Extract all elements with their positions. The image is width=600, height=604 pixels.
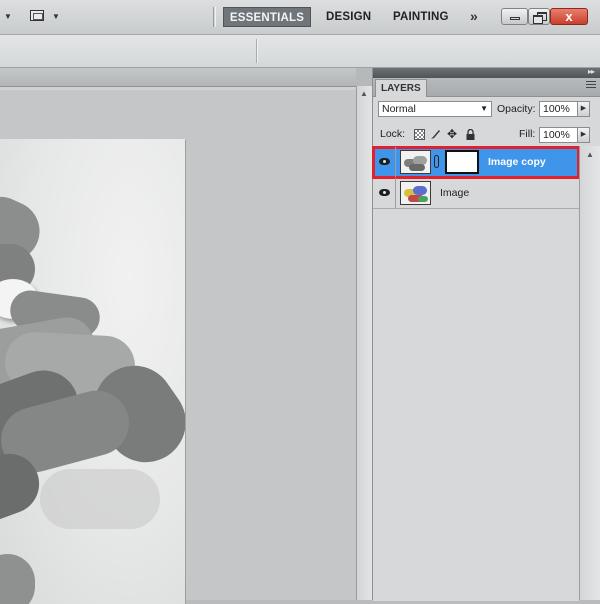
- appbar-separator: [213, 7, 216, 27]
- fill-input[interactable]: 100%: [539, 127, 578, 143]
- layers-vertical-scrollbar[interactable]: ▲: [579, 146, 600, 600]
- document-image[interactable]: [0, 139, 185, 604]
- lock-position-move-icon[interactable]: ✥: [447, 128, 458, 140]
- screen-mode-icon[interactable]: [30, 10, 44, 21]
- options-bar: [0, 35, 600, 68]
- blend-mode-select[interactable]: Normal ▼: [378, 101, 492, 117]
- lock-all-padlock-icon[interactable]: [465, 128, 476, 140]
- eye-icon: [379, 158, 390, 165]
- opacity-input[interactable]: 100%: [539, 101, 578, 117]
- application-bar: ▼ ▼ ESSENTIALS DESIGN PAINTING » x: [0, 0, 600, 35]
- scroll-up-arrow-icon[interactable]: ▲: [586, 150, 594, 159]
- lock-transparent-pixels-icon[interactable]: [414, 129, 425, 140]
- chevron-down-icon: ▼: [480, 104, 488, 113]
- document-area: ▲: [0, 68, 372, 604]
- opacity-label: Opacity:: [497, 103, 536, 115]
- lock-image-pixels-brush-icon[interactable]: [430, 129, 441, 140]
- lock-label: Lock:: [380, 128, 406, 140]
- blend-mode-value: Normal: [382, 103, 416, 115]
- fill-label: Fill:: [519, 128, 536, 140]
- canvas-background[interactable]: [0, 90, 356, 604]
- collapse-dock-icon[interactable]: ▸▸: [588, 67, 595, 76]
- more-workspaces-icon[interactable]: »: [470, 8, 478, 24]
- tab-layers[interactable]: LAYERS: [375, 79, 427, 97]
- document-tab-bar[interactable]: [0, 68, 356, 87]
- tool-preset-arrow-icon[interactable]: ▼: [4, 12, 12, 21]
- fill-slider-arrow-icon[interactable]: ▶: [578, 127, 590, 143]
- layers-panel-tab-bar: LAYERS: [373, 78, 600, 97]
- layer-row-image[interactable]: Image: [373, 178, 579, 209]
- document-vertical-scrollbar[interactable]: ▲: [356, 86, 372, 600]
- workspace-essentials-button[interactable]: ESSENTIALS: [223, 7, 311, 27]
- layers-list: Image copy Image: [372, 146, 580, 601]
- pill-shadow: [40, 469, 160, 529]
- workspace-painting-button[interactable]: PAINTING: [393, 7, 449, 27]
- minimize-button[interactable]: [501, 8, 528, 25]
- chain-icon[interactable]: [434, 155, 439, 168]
- layer-thumbnail[interactable]: [400, 150, 431, 174]
- options-separator: [256, 39, 258, 63]
- layer-row-image-copy[interactable]: Image copy: [372, 146, 580, 179]
- panel-dock: ▸▸ LAYERS Normal ▼ Opacity: 100% ▶ Lock:…: [372, 67, 600, 601]
- eye-icon: [379, 189, 390, 196]
- opacity-slider-arrow-icon[interactable]: ▶: [578, 101, 590, 117]
- pill-shape: [0, 554, 35, 604]
- workspace-design-button[interactable]: DESIGN: [326, 7, 371, 27]
- layer-thumbnail[interactable]: [400, 181, 431, 205]
- layer-mask-thumbnail[interactable]: [445, 150, 479, 174]
- dock-header[interactable]: ▸▸: [373, 67, 600, 78]
- layer-name[interactable]: Image: [440, 187, 469, 199]
- restore-button[interactable]: [528, 8, 550, 25]
- scroll-up-arrow-icon[interactable]: ▲: [360, 89, 368, 98]
- panel-menu-icon[interactable]: [586, 81, 596, 90]
- screen-mode-dropdown-icon[interactable]: ▼: [52, 12, 60, 21]
- layer-name[interactable]: Image copy: [488, 156, 546, 168]
- close-button[interactable]: x: [550, 8, 588, 25]
- layer-visibility-toggle[interactable]: [373, 147, 396, 177]
- layer-visibility-toggle[interactable]: [373, 178, 396, 208]
